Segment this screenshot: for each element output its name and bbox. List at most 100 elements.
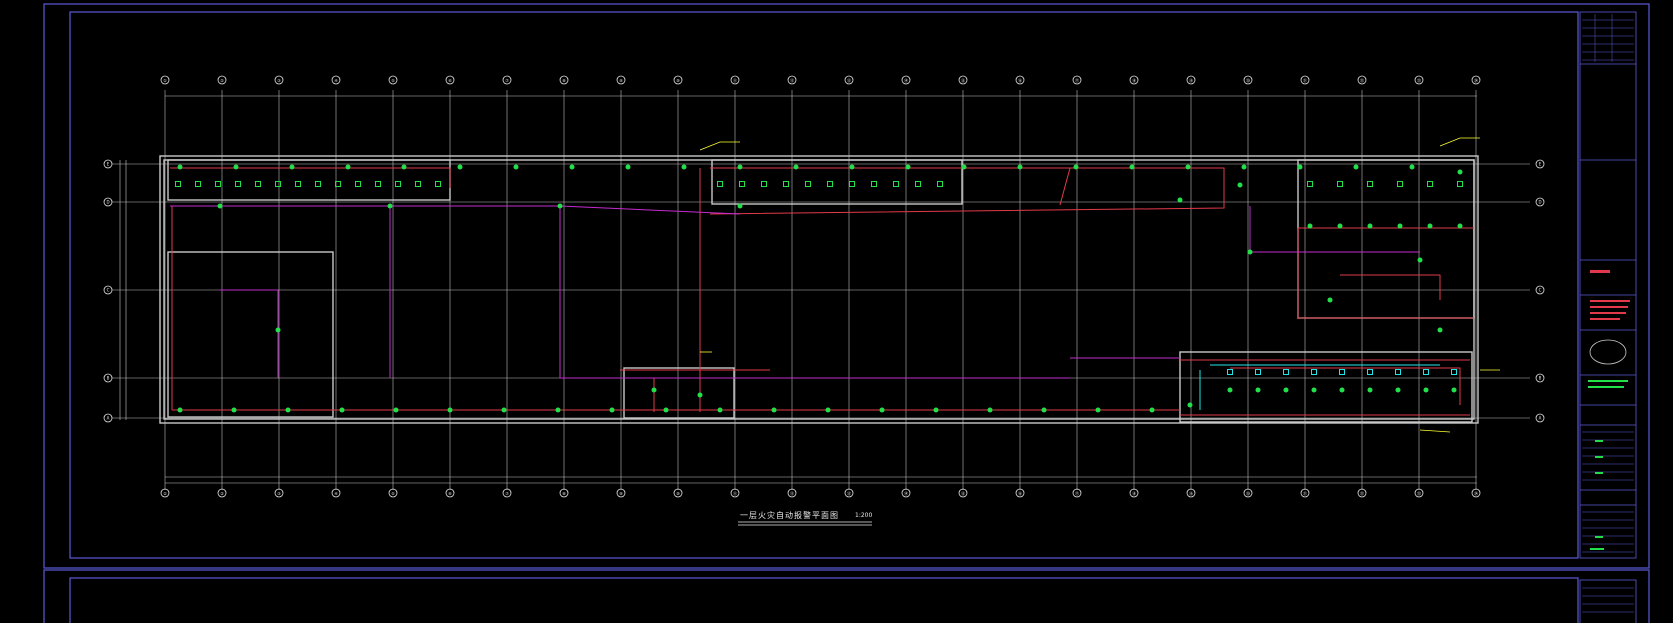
- axis-label: ⑭: [904, 490, 908, 496]
- axis-label: ㉓: [1417, 77, 1421, 83]
- axis-label: D: [1538, 200, 1541, 205]
- axis-label: B: [1539, 376, 1542, 381]
- detector-symbol: [275, 181, 281, 187]
- detector-symbol: [871, 181, 877, 187]
- axis-label: ⑰: [1075, 490, 1079, 496]
- detector-symbol: [1255, 369, 1261, 375]
- alarm-device: [1237, 182, 1243, 188]
- alarm-device: [1327, 297, 1333, 303]
- axis-label: ⑳: [1246, 77, 1250, 83]
- alarm-device: [513, 164, 519, 170]
- axis-label: D: [106, 200, 109, 205]
- axis-label: ①: [163, 491, 167, 496]
- alarm-device: [217, 203, 223, 209]
- alarm-device: [1073, 164, 1079, 170]
- axis-label: ⑲: [1189, 77, 1193, 83]
- detector-symbol: [1451, 369, 1457, 375]
- alarm-device: [1353, 164, 1359, 170]
- axis-label: ⑬: [847, 77, 851, 83]
- fire-alarm-wiring-cyan: [1199, 364, 1440, 410]
- detector-symbol: [1457, 181, 1463, 187]
- axis-label: ⑫: [790, 77, 794, 83]
- axis-label: ⑭: [904, 77, 908, 83]
- detector-symbol: [1311, 369, 1317, 375]
- axis-label: ⑥: [448, 491, 452, 496]
- alarm-device: [1283, 387, 1289, 393]
- axis-label: ㉓: [1417, 490, 1421, 496]
- alarm-device: [457, 164, 463, 170]
- alarm-device: [793, 164, 799, 170]
- axis-grid: [112, 90, 1530, 490]
- axis-label: ⑯: [1018, 490, 1022, 496]
- axis-label: ㉔: [1474, 77, 1478, 83]
- alarm-device: [651, 387, 657, 393]
- axis-label: ⑩: [676, 491, 680, 496]
- axis-label: C: [1539, 288, 1542, 293]
- axis-label: C: [107, 288, 110, 293]
- alarm-device: [1041, 407, 1047, 413]
- alarm-device: [961, 164, 967, 170]
- axis-label: ⑯: [1018, 77, 1022, 83]
- alarm-device: [1297, 164, 1303, 170]
- alarm-device: [339, 407, 345, 413]
- detector-symbol: [827, 181, 833, 187]
- axis-label: ⑰: [1075, 77, 1079, 83]
- alarm-device: [1339, 387, 1345, 393]
- detector-symbol: [435, 181, 441, 187]
- axis-label: A: [1539, 416, 1542, 421]
- alarm-device: [625, 164, 631, 170]
- alarm-device: [609, 407, 615, 413]
- axis-label: ⑪: [733, 77, 737, 83]
- axis-label: A: [107, 416, 110, 421]
- alarm-device: [393, 407, 399, 413]
- drawing-title: 一层火灾自动报警平面图: [740, 511, 839, 520]
- axis-label: ⑳: [1246, 490, 1250, 496]
- axis-label: ③: [277, 491, 281, 496]
- alarm-device: [987, 407, 993, 413]
- axis-label: ①: [163, 78, 167, 83]
- axis-label: ④: [334, 491, 338, 496]
- alarm-device: [275, 327, 281, 333]
- alarm-device: [177, 164, 183, 170]
- axis-label: ⑫: [790, 490, 794, 496]
- detector-symbol: [1227, 369, 1233, 375]
- alarm-device: [1395, 387, 1401, 393]
- detector-symbol: [1367, 369, 1373, 375]
- detector-symbol: [849, 181, 855, 187]
- alarm-device: [1417, 257, 1423, 263]
- alarm-device: [1255, 387, 1261, 393]
- axis-label: ⑩: [676, 78, 680, 83]
- detector-symbol: [1367, 181, 1373, 187]
- alarm-device: [1187, 402, 1193, 408]
- detector-symbol: [1427, 181, 1433, 187]
- axis-label: ⑮: [961, 490, 965, 496]
- axis-label: ⑪: [733, 490, 737, 496]
- detector-symbol: [739, 181, 745, 187]
- drawing-title-underline: [738, 521, 872, 526]
- axis-label: ⑦: [505, 78, 509, 83]
- alarm-device: [849, 164, 855, 170]
- dimension-lines: [119, 95, 1477, 484]
- alarm-device: [697, 392, 703, 398]
- alarm-device: [555, 407, 561, 413]
- detector-symbol: [355, 181, 361, 187]
- alarm-device: [1129, 164, 1135, 170]
- title-block: [1579, 11, 1637, 623]
- axis-label: ⑲: [1189, 490, 1193, 496]
- axis-label: ⑧: [562, 491, 566, 496]
- detector-symbol: [1283, 369, 1289, 375]
- alarm-device: [1367, 387, 1373, 393]
- detector-symbol: [295, 181, 301, 187]
- alarm-device: [933, 407, 939, 413]
- detector-symbol: [1397, 181, 1403, 187]
- detector-symbol: [395, 181, 401, 187]
- alarm-device: [557, 203, 563, 209]
- axis-label: ⑱: [1132, 490, 1136, 496]
- axis-label: ④: [334, 78, 338, 83]
- detector-symbol: [893, 181, 899, 187]
- axis-label: B: [107, 376, 110, 381]
- detector-symbol: [195, 181, 201, 187]
- alarm-device: [289, 164, 295, 170]
- alarm-device: [681, 164, 687, 170]
- alarm-device: [387, 203, 393, 209]
